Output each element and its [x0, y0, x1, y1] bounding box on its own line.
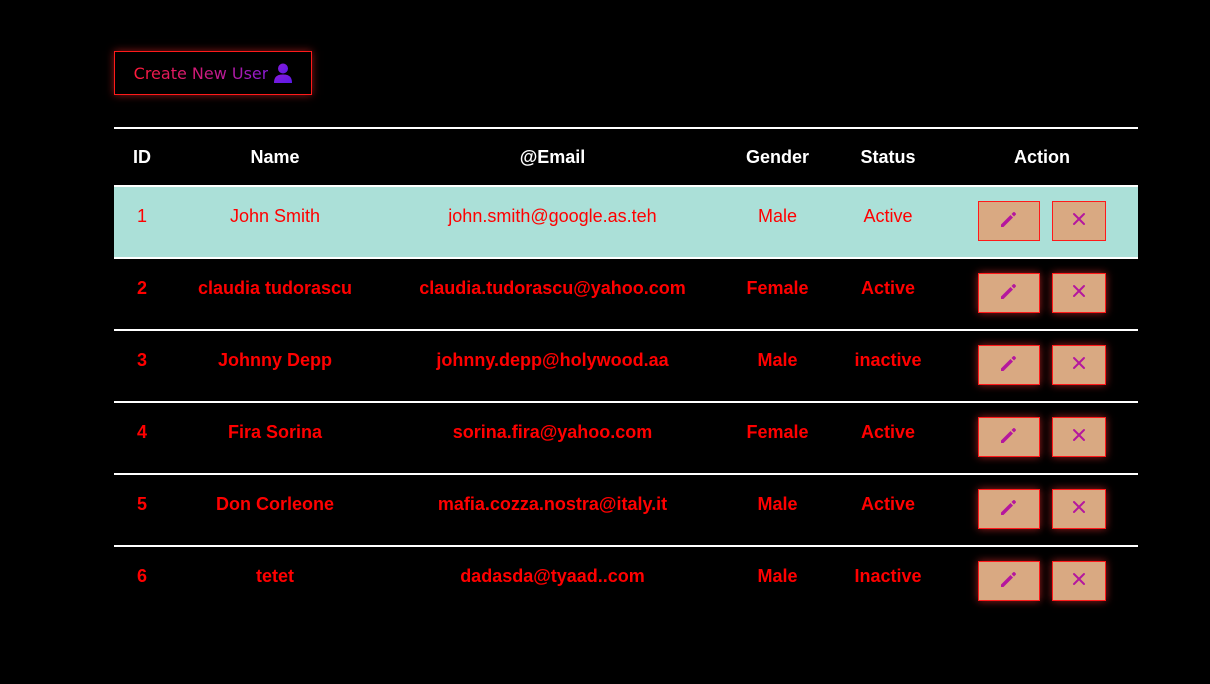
- header-email: @Email: [519, 146, 586, 167]
- table-row: 4 Fira Sorina sorina.fira@yahoo.com Fema…: [114, 401, 1138, 473]
- cell-name: John Smith: [229, 205, 321, 226]
- cell-name: Don Corleone: [215, 493, 334, 514]
- pencil-icon: [999, 425, 1019, 450]
- row-actions: [978, 489, 1106, 529]
- row-actions: [978, 201, 1106, 241]
- cell-id: 2: [136, 277, 147, 298]
- delete-button[interactable]: [1052, 489, 1106, 529]
- table-row: 3 Johnny Depp johnny.depp@holywood.aa Ma…: [114, 329, 1138, 401]
- cell-id: 1: [136, 205, 147, 226]
- close-icon: [1072, 356, 1086, 375]
- table-row: 2 claudia tudorascu claudia.tudorascu@ya…: [114, 257, 1138, 329]
- table-row: 6 tetet dadasda@tyaad..com Male Inactive: [114, 545, 1138, 617]
- cell-email: claudia.tudorascu@yahoo.com: [419, 277, 686, 298]
- row-actions: [978, 345, 1106, 385]
- close-icon: [1072, 212, 1086, 231]
- cell-gender: Female: [746, 277, 809, 298]
- cell-email: sorina.fira@yahoo.com: [452, 421, 653, 442]
- cell-status: Active: [863, 205, 913, 226]
- edit-button[interactable]: [978, 561, 1040, 601]
- header-id: ID: [133, 146, 151, 167]
- delete-button[interactable]: [1052, 561, 1106, 601]
- row-actions: [978, 273, 1106, 313]
- cell-gender: Female: [746, 421, 809, 442]
- delete-button[interactable]: [1052, 273, 1106, 313]
- create-new-user-label: Create New User: [133, 63, 269, 83]
- row-actions: [978, 417, 1106, 457]
- cell-name: Johnny Depp: [217, 349, 332, 370]
- row-actions: [978, 561, 1106, 601]
- cell-name: tetet: [255, 565, 294, 586]
- close-icon: [1072, 284, 1086, 303]
- edit-button[interactable]: [978, 201, 1040, 241]
- delete-button[interactable]: [1052, 417, 1106, 457]
- cell-status: Inactive: [854, 565, 922, 586]
- cell-id: 3: [136, 349, 147, 370]
- cell-email: johnny.depp@holywood.aa: [436, 349, 669, 370]
- user-management-page: Create New User ID Name @Email Gender St…: [0, 0, 1210, 684]
- users-table: ID Name @Email Gender Status Action 1 Jo…: [114, 127, 1138, 617]
- close-icon: [1072, 572, 1086, 591]
- cell-status: Active: [860, 421, 916, 442]
- edit-button[interactable]: [978, 489, 1040, 529]
- close-icon: [1072, 500, 1086, 519]
- delete-button[interactable]: [1052, 201, 1106, 241]
- cell-name: Fira Sorina: [227, 421, 323, 442]
- table-header: ID Name @Email Gender Status Action: [114, 127, 1138, 185]
- cell-id: 5: [136, 493, 147, 514]
- edit-button[interactable]: [978, 345, 1040, 385]
- create-new-user-button[interactable]: Create New User: [114, 51, 312, 95]
- cell-gender: Male: [757, 493, 798, 514]
- close-icon: [1072, 428, 1086, 447]
- cell-gender: Male: [757, 205, 797, 226]
- pencil-icon: [999, 353, 1019, 378]
- pencil-icon: [999, 281, 1019, 306]
- delete-button[interactable]: [1052, 345, 1106, 385]
- edit-button[interactable]: [978, 273, 1040, 313]
- cell-email: dadasda@tyaad..com: [460, 565, 645, 586]
- table-body: 1 John Smith john.smith@google.as.teh Ma…: [114, 185, 1138, 617]
- header-gender: Gender: [745, 146, 810, 167]
- table-row: 1 John Smith john.smith@google.as.teh Ma…: [114, 185, 1138, 257]
- edit-button[interactable]: [978, 417, 1040, 457]
- pencil-icon: [999, 569, 1019, 594]
- cell-id: 6: [136, 565, 147, 586]
- cell-id: 4: [136, 421, 147, 442]
- header-action: Action: [1014, 146, 1070, 167]
- table-row: 5 Don Corleone mafia.cozza.nostra@italy.…: [114, 473, 1138, 545]
- cell-email: john.smith@google.as.teh: [448, 205, 657, 226]
- cell-status: inactive: [854, 349, 922, 370]
- pencil-icon: [999, 209, 1019, 234]
- pencil-icon: [999, 497, 1019, 522]
- cell-status: Active: [860, 277, 916, 298]
- user-icon: [274, 63, 293, 83]
- cell-gender: Male: [757, 349, 798, 370]
- cell-status: Active: [860, 493, 916, 514]
- cell-name: claudia tudorascu: [197, 277, 353, 298]
- header-name: Name: [250, 146, 300, 167]
- cell-gender: Male: [757, 565, 798, 586]
- cell-email: mafia.cozza.nostra@italy.it: [437, 493, 668, 514]
- header-status: Status: [860, 146, 916, 167]
